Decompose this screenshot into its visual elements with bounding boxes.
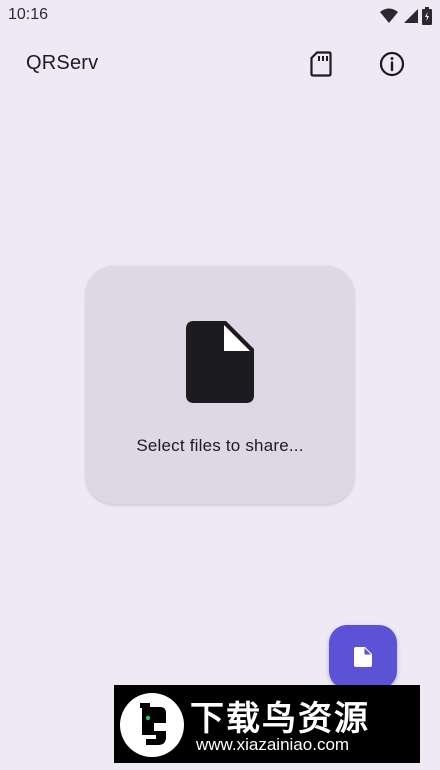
file-icon <box>354 647 372 667</box>
select-files-label: Select files to share... <box>136 436 304 455</box>
battery-icon <box>422 7 432 25</box>
sd-card-icon <box>310 51 332 77</box>
status-time: 10:16 <box>8 6 49 23</box>
wifi-icon <box>380 8 398 23</box>
info-icon <box>379 51 405 77</box>
file-icon <box>186 321 254 403</box>
status-icons <box>380 6 432 26</box>
app-title: QRServ <box>26 52 99 74</box>
watermark-title: 下载鸟资源 <box>190 699 370 739</box>
info-button[interactable] <box>372 44 412 84</box>
bird-logo-icon <box>140 703 166 745</box>
status-bar: 10:16 <box>0 0 440 32</box>
signal-icon <box>404 9 418 23</box>
select-files-card[interactable]: Select files to share... <box>86 266 354 504</box>
watermark-banner: 下载鸟资源 www.xiazainiao.com <box>114 685 420 763</box>
watermark-url: www.xiazainiao.com <box>196 735 350 754</box>
sd-card-button[interactable] <box>301 44 341 84</box>
app-bar: QRServ <box>0 32 440 94</box>
add-file-fab[interactable] <box>329 625 397 689</box>
watermark-logo <box>120 693 184 757</box>
